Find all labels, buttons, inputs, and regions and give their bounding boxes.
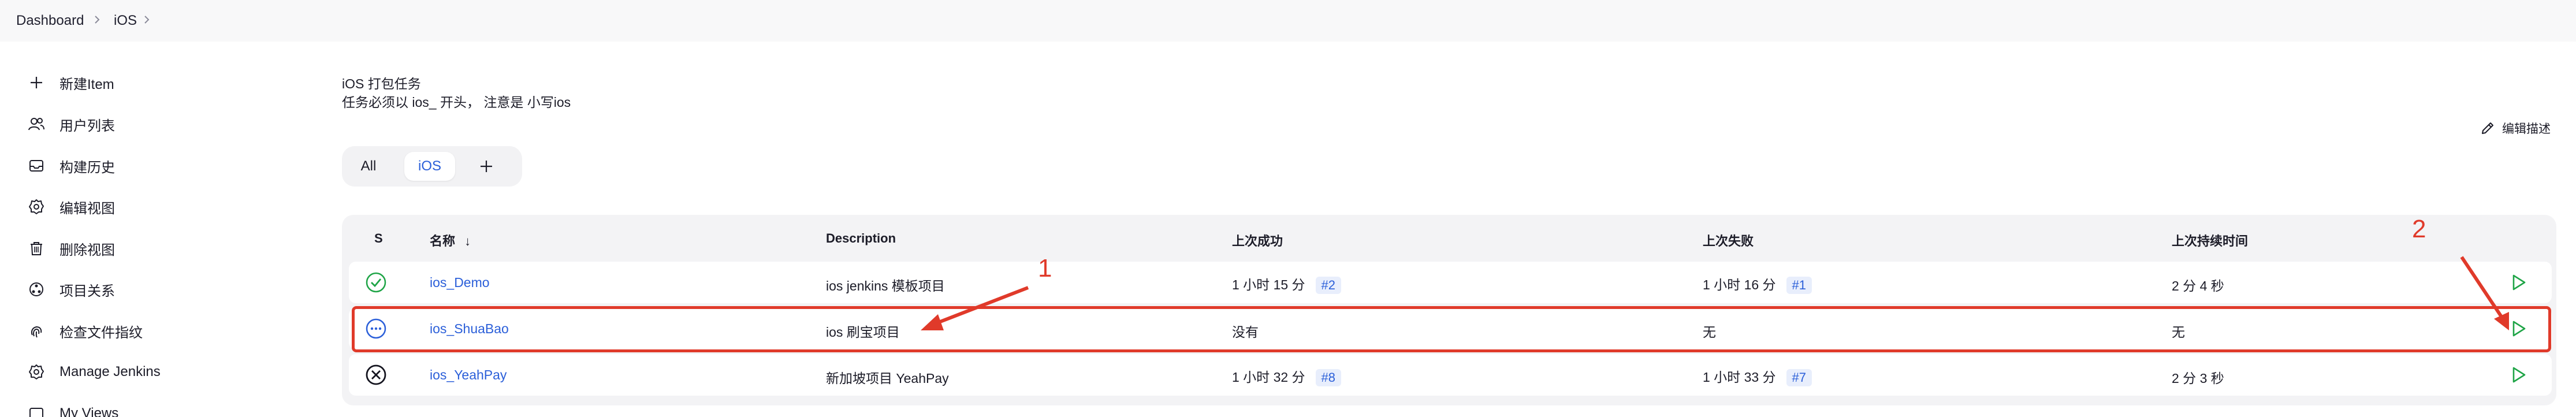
sidebar-item-label: 新建Item — [59, 76, 114, 92]
last-success: 1 小时 15 分 #2 — [1232, 274, 1342, 294]
sidebar-item-label: 用户列表 — [59, 118, 115, 134]
column-header-last-duration[interactable]: 上次持续时间 — [2172, 231, 2248, 250]
job-name-link[interactable]: ios_Demo — [430, 275, 490, 291]
annotation-label-2: 2 — [2412, 215, 2426, 243]
column-header-last-failure[interactable]: 上次失败 — [1703, 231, 1754, 250]
build-link[interactable]: #2 — [1315, 277, 1342, 294]
sidebar-item-my-views[interactable]: My Views — [27, 401, 118, 417]
add-view-button[interactable] — [470, 152, 502, 181]
view-description-note: 任务必须以 ios_ 开头， 注意是 小写ios — [342, 95, 571, 110]
last-failure: 1 小时 16 分 #1 — [1703, 274, 1812, 294]
chevron-right-icon[interactable] — [141, 14, 152, 25]
last-duration: 2 分 4 秒 — [2172, 278, 2224, 293]
last-duration: 2 分 3 秒 — [2172, 371, 2224, 386]
gear-icon — [27, 197, 46, 217]
annotation-label-1: 1 — [1038, 254, 1052, 282]
breadcrumb-dashboard[interactable]: Dashboard — [16, 13, 84, 29]
last-failure: 1 小时 33 分 #7 — [1703, 366, 1812, 386]
chevron-right-icon — [91, 14, 103, 25]
breadcrumb-ios[interactable]: iOS — [114, 13, 137, 29]
inbox-icon — [27, 156, 46, 176]
fingerprint-icon — [27, 321, 46, 341]
column-header-status[interactable]: S — [374, 231, 383, 246]
sidebar-item-manage-jenkins[interactable]: Manage Jenkins — [27, 359, 161, 385]
build-link[interactable]: #7 — [1786, 369, 1812, 386]
sidebar-item-label: Manage Jenkins — [59, 364, 161, 379]
play-icon[interactable] — [2508, 273, 2528, 292]
column-header-name[interactable]: 名称 ↓ — [430, 231, 471, 250]
column-header-description[interactable]: Description — [826, 231, 896, 246]
x-circle-icon — [364, 363, 388, 386]
column-header-name-label: 名称 — [430, 234, 456, 248]
sidebar-item-label: My Views — [59, 405, 119, 417]
trash-icon — [27, 239, 46, 258]
relationship-icon — [27, 280, 46, 299]
play-icon[interactable] — [2508, 365, 2528, 385]
check-circle-icon — [364, 271, 388, 294]
annotation-highlight-box — [352, 306, 2551, 352]
last-failure-time: 1 小时 16 分 — [1703, 277, 1776, 292]
job-name-link[interactable]: ios_YeahPay — [430, 367, 507, 383]
edit-description-link[interactable]: 编辑描述 — [2473, 119, 2551, 137]
sidebar-item-new-item[interactable]: 新建Item — [27, 70, 114, 95]
sidebar-item-users[interactable]: 用户列表 — [27, 111, 115, 137]
sidebar-item-build-history[interactable]: 构建历史 — [27, 153, 115, 178]
view-description-title: iOS 打包任务 — [342, 76, 421, 91]
plus-icon — [479, 159, 494, 174]
sidebar-item-label: 项目关系 — [59, 283, 115, 299]
tab-all[interactable]: All — [350, 152, 387, 181]
job-description: 新加坡项目 YeahPay — [826, 371, 949, 386]
build-link[interactable]: #8 — [1315, 369, 1342, 386]
last-success: 1 小时 32 分 #8 — [1232, 366, 1342, 386]
column-header-last-success[interactable]: 上次成功 — [1232, 231, 1283, 250]
sidebar-item-label: 检查文件指纹 — [59, 325, 143, 341]
views-icon — [27, 404, 46, 417]
tab-ios[interactable]: iOS — [404, 152, 455, 181]
last-success-time: 1 小时 15 分 — [1232, 277, 1305, 292]
build-link[interactable]: #1 — [1786, 277, 1812, 294]
users-icon — [27, 114, 46, 134]
sidebar-item-project-relationship[interactable]: 项目关系 — [27, 277, 115, 302]
pencil-icon — [2480, 121, 2495, 136]
sidebar-item-edit-view[interactable]: 编辑视图 — [27, 194, 115, 219]
sidebar-item-fingerprint[interactable]: 检查文件指纹 — [27, 318, 143, 344]
sort-arrow-icon: ↓ — [464, 234, 471, 248]
sidebar-item-delete-view[interactable]: 删除视图 — [27, 236, 115, 261]
view-tabs: All iOS — [342, 146, 522, 187]
sidebar-item-label: 编辑视图 — [59, 200, 115, 217]
gear-icon — [27, 362, 46, 382]
job-description: ios jenkins 模板项目 — [826, 278, 945, 293]
breadcrumb: Dashboard iOS — [0, 0, 2576, 42]
sidebar-item-label: 构建历史 — [59, 159, 115, 176]
plus-icon — [27, 73, 46, 92]
edit-description-label: 编辑描述 — [2502, 122, 2551, 136]
last-failure-time: 1 小时 33 分 — [1703, 370, 1776, 385]
last-success-time: 1 小时 32 分 — [1232, 370, 1305, 385]
sidebar-item-label: 删除视图 — [59, 242, 115, 258]
